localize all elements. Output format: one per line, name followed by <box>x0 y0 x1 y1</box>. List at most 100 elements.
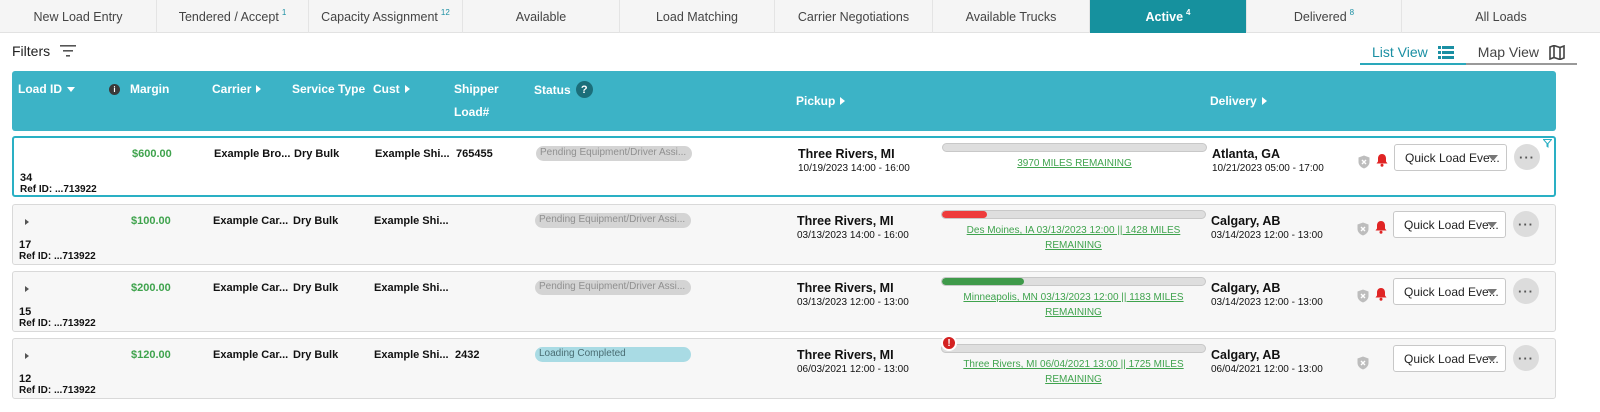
ellipsis-icon: ··· <box>1519 149 1535 165</box>
delivery-time: 03/14/2023 12:00 - 13:00 <box>1211 230 1323 241</box>
load-id[interactable]: 15 <box>19 306 31 318</box>
bell-icon[interactable] <box>1375 287 1387 301</box>
more-options-button[interactable]: ··· <box>1513 211 1539 237</box>
tab-label: All Loads <box>1475 9 1527 24</box>
customer-name[interactable]: Example Shi... <box>374 215 449 227</box>
load-id[interactable]: 17 <box>19 239 31 251</box>
tab-available[interactable]: Available <box>463 0 620 33</box>
carrier-name[interactable]: Example Bro... <box>214 148 290 160</box>
quick-load-event-label: Quick Load Eve... <box>1404 285 1499 299</box>
shield-icon[interactable] <box>1358 155 1370 169</box>
tab-label: Tendered / Accept <box>178 9 279 24</box>
help-icon[interactable]: ? <box>575 81 593 98</box>
load-id[interactable]: 34 <box>20 172 32 184</box>
table-header: Load ID i Margin Carrier Service Type Cu… <box>12 71 1556 131</box>
column-service-type[interactable]: Service Type <box>292 82 365 96</box>
column-label: Carrier <box>212 82 252 96</box>
column-load-id[interactable]: Load ID <box>18 82 75 96</box>
customer-name[interactable]: Example Shi... <box>374 282 449 294</box>
miles-remaining-link[interactable]: Three Rivers, MI 06/04/2021 13:00 || 172… <box>941 357 1206 387</box>
tab-label: Active <box>1145 9 1184 24</box>
quick-load-event-label: Quick Load Eve... <box>1404 218 1499 232</box>
tab-delivered[interactable]: Delivered 8 <box>1247 0 1402 33</box>
pickup-city: Three Rivers, MI <box>798 147 895 161</box>
shipper-load-number: 765455 <box>456 148 493 160</box>
customer-name[interactable]: Example Shi... <box>375 148 450 160</box>
column-status[interactable]: Status ? <box>534 81 593 98</box>
chevron-down-icon <box>1488 155 1498 161</box>
miles-remaining-link[interactable]: Minneapolis, MN 03/13/2023 12:00 || 1183… <box>941 290 1206 320</box>
carrier-name[interactable]: Example Car... <box>213 349 288 361</box>
status-badge: Pending Equipment/Driver Assi... <box>535 280 691 295</box>
margin-value: $100.00 <box>131 215 171 227</box>
view-toggle: List View Map View <box>1360 41 1577 65</box>
tab-label: Available <box>515 9 567 24</box>
carrier-name[interactable]: Example Car... <box>213 282 288 294</box>
table-row[interactable]: 15 Ref ID: ...713922 $200.00 Example Car...… <box>12 271 1556 332</box>
delivery-city: Atlanta, GA <box>1212 147 1281 161</box>
tab-active[interactable]: Active 4 <box>1090 0 1247 33</box>
ref-id: Ref ID: ...713922 <box>19 251 96 262</box>
expand-caret-icon[interactable] <box>25 353 29 359</box>
alert-icon[interactable]: ! <box>941 335 957 351</box>
bell-icon[interactable] <box>1376 153 1388 167</box>
table-row[interactable]: 17 Ref ID: ...713922 $100.00 Example Car...… <box>12 204 1556 265</box>
column-label: Margin <box>130 82 170 96</box>
column-label: Pickup <box>796 94 836 108</box>
quick-load-event-label: Quick Load Eve... <box>1405 151 1500 165</box>
column-margin[interactable]: Margin <box>130 82 169 96</box>
tab-capacity-assignment[interactable]: Capacity Assignment 12 <box>309 0 463 33</box>
more-options-button[interactable]: ··· <box>1514 144 1540 170</box>
map-view-button[interactable]: Map View <box>1465 41 1577 65</box>
filters-toggle[interactable]: Filters <box>12 43 77 59</box>
quick-load-event-select[interactable]: Quick Load Eve... <box>1394 144 1507 171</box>
pickup-time: 03/13/2023 12:00 - 13:00 <box>797 297 909 308</box>
bell-icon[interactable] <box>1375 220 1387 234</box>
quick-load-event-select[interactable]: Quick Load Eve... <box>1393 211 1506 238</box>
shield-icon[interactable] <box>1357 222 1369 236</box>
quick-load-event-select[interactable]: Quick Load Eve... <box>1393 345 1506 372</box>
column-label: Load# <box>454 105 490 119</box>
tab-tendered-accept[interactable]: Tendered / Accept 1 <box>157 0 309 33</box>
column-delivery[interactable]: Delivery <box>1210 94 1267 108</box>
map-view-label: Map View <box>1477 44 1539 60</box>
tab-available-trucks[interactable]: Available Trucks <box>933 0 1090 33</box>
tab-load-matching[interactable]: Load Matching <box>620 0 775 33</box>
list-view-button[interactable]: List View <box>1360 41 1466 65</box>
shield-icon[interactable] <box>1357 289 1369 303</box>
column-label: Cust <box>373 82 400 96</box>
more-options-button[interactable]: ··· <box>1513 345 1539 371</box>
column-carrier[interactable]: Carrier <box>212 82 262 96</box>
tab-carrier-negotiations[interactable]: Carrier Negotiations <box>775 0 933 33</box>
column-pickup[interactable]: Pickup <box>796 94 846 108</box>
column-label: Shipper <box>454 82 499 96</box>
miles-remaining-link[interactable]: Des Moines, IA 03/13/2023 12:00 || 1428 … <box>941 223 1206 253</box>
carrier-name[interactable]: Example Car... <box>213 215 288 227</box>
shield-icon[interactable] <box>1357 356 1369 370</box>
quick-load-event-select[interactable]: Quick Load Eve... <box>1393 278 1506 305</box>
trip-progress-fill <box>942 278 1024 285</box>
table-row[interactable]: 12 Ref ID: ...713922 $120.00 Example Car...… <box>12 335 1556 399</box>
filter-lines-icon <box>60 45 77 57</box>
status-badge: Loading Completed <box>535 347 691 362</box>
expand-caret-icon[interactable] <box>25 286 29 292</box>
column-label: Load ID <box>18 82 62 96</box>
pickup-time: 06/03/2021 12:00 - 13:00 <box>797 364 909 375</box>
tab-new-load-entry[interactable]: New Load Entry <box>0 0 157 33</box>
more-options-button[interactable]: ··· <box>1513 278 1539 304</box>
list-view-label: List View <box>1372 44 1428 60</box>
delivery-city: Calgary, AB <box>1211 281 1281 295</box>
load-id[interactable]: 12 <box>19 373 31 385</box>
table-row[interactable]: 34 Ref ID: ...713922 $600.00 Example Bro...… <box>12 136 1556 197</box>
column-shipper-load[interactable]: Shipper Load# <box>454 82 499 119</box>
tab-all-loads[interactable]: All Loads <box>1402 0 1600 33</box>
expand-caret-icon[interactable] <box>25 219 29 225</box>
column-cust[interactable]: Cust <box>373 82 410 96</box>
miles-remaining-link[interactable]: 3970 MILES REMAINING <box>942 156 1207 171</box>
customer-name[interactable]: Example Shi... <box>374 349 449 361</box>
info-icon[interactable]: i <box>109 84 120 95</box>
delivery-city: Calgary, AB <box>1211 348 1281 362</box>
pickup-time: 03/13/2023 14:00 - 16:00 <box>797 230 909 241</box>
tab-label: New Load Entry <box>33 9 123 24</box>
pickup-city: Three Rivers, MI <box>797 281 894 295</box>
